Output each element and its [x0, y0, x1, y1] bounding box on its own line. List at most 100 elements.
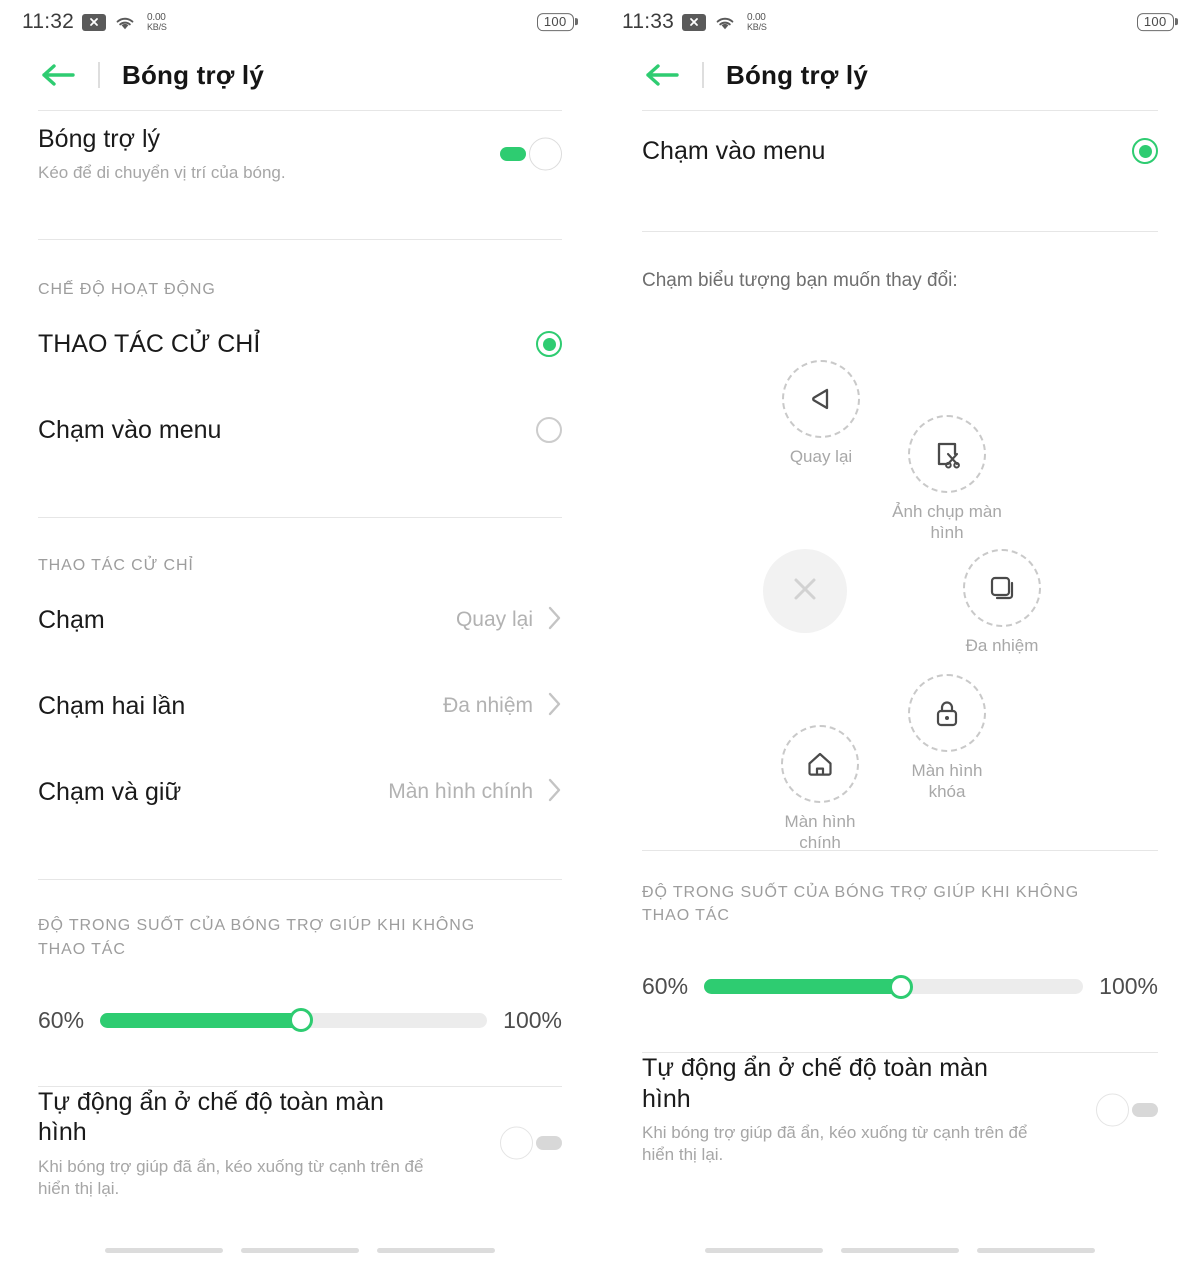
slider-max-label: 100% [1099, 973, 1158, 1000]
cluster-item-label: Đa nhiệm [965, 636, 1039, 655]
slider-max-label: 100% [503, 1006, 562, 1033]
nav-hint-home[interactable] [841, 1248, 959, 1253]
navigation-bar-hint [600, 1248, 1200, 1253]
header-divider [702, 62, 704, 88]
radio-gesture[interactable] [536, 331, 562, 358]
assistive-ball-toggle[interactable] [500, 137, 562, 171]
cluster-item-lock-screen[interactable]: Màn hình khóa [892, 674, 1002, 803]
status-bar-right: 100 [1136, 13, 1178, 31]
row-text: Tự động ẩn ở chế độ toàn màn hình Khi bó… [642, 1053, 1042, 1166]
back-triangle-icon[interactable] [782, 360, 860, 438]
opacity-slider-track[interactable] [704, 974, 1084, 999]
page-title: Bóng trợ lý [726, 59, 869, 90]
toggle-track [1132, 1102, 1158, 1117]
network-rate: 0.00 KB/S [747, 11, 767, 32]
mode-option-menu[interactable]: Chạm vào menu [600, 111, 1200, 191]
autohide-toggle-row[interactable]: Tự động ẩn ở chế độ toàn màn hình Khi bó… [600, 1053, 1200, 1166]
row-text: Bóng trợ lý Kéo để di chuyển vị trí của … [38, 124, 286, 185]
nav-hint-back[interactable] [705, 1248, 823, 1253]
toggle-track [536, 1136, 562, 1151]
slider-thumb[interactable] [889, 974, 914, 999]
battery-level: 100 [1136, 13, 1174, 31]
cluster-item-label: Màn hình chính [784, 812, 856, 853]
toggle-knob [529, 137, 562, 171]
multitask-squares-icon[interactable] [963, 549, 1041, 627]
divider [642, 850, 1158, 851]
opacity-slider-track[interactable] [100, 1008, 488, 1033]
network-rate-value: 0.00 [747, 11, 766, 23]
status-bar-left: 11:33 0.00 KB/S [622, 10, 767, 34]
back-arrow-icon[interactable] [40, 62, 76, 88]
cluster-item-label: Màn hình khóa [911, 761, 983, 802]
row-title: Tự động ẩn ở chế độ toàn màn hình [642, 1054, 988, 1113]
opacity-section-label: ĐỘ TRONG SUỐT CỦA BÓNG TRỢ GIÚP KHI KHÔN… [38, 917, 476, 958]
nav-hint-home[interactable] [241, 1248, 359, 1253]
gesture-row-double-tap[interactable]: Chạm hai lần Đa nhiệm [0, 663, 600, 749]
close-x-icon [784, 568, 826, 615]
gesture-row-long-press[interactable]: Chạm và giữ Màn hình chính [0, 749, 600, 835]
cluster-instruction: Chạm biểu tượng bạn muốn thay đổi: [642, 270, 958, 291]
gesture-value: Quay lại [455, 608, 533, 632]
divider [38, 517, 562, 519]
row-subtitle: Kéo để di chuyển vị trí của bóng. [38, 163, 286, 183]
nav-hint-recents[interactable] [977, 1248, 1095, 1253]
status-bar-right: 100 [536, 13, 578, 31]
cluster-item-multitask[interactable]: Đa nhiệm [947, 549, 1057, 656]
radio-menu[interactable] [1132, 138, 1158, 164]
row-right: Quay lại [456, 605, 562, 636]
toggle-knob [1096, 1093, 1129, 1127]
row-right: Màn hình chính [388, 777, 562, 808]
status-bar: 11:32 0.00 KB/S 100 [0, 0, 600, 44]
gesture-label: Chạm và giữ [38, 778, 182, 807]
slider-min-label: 60% [38, 1006, 85, 1033]
row-text: Tự động ẩn ở chế độ toàn màn hình Khi bó… [38, 1087, 438, 1200]
toggle-track [500, 147, 526, 161]
close-ball-button[interactable] [763, 549, 847, 633]
nav-hint-back[interactable] [105, 1248, 223, 1253]
battery-cap-icon [1175, 18, 1178, 26]
cluster-item-home[interactable]: Màn hình chính [765, 725, 875, 854]
slider-fill [704, 979, 902, 995]
dual-screenshot-container: 11:32 0.00 KB/S 100 Bóng trợ lý Bóng trợ… [0, 0, 1200, 1261]
slider-min-label: 60% [642, 973, 689, 1000]
header-divider [98, 62, 100, 88]
autohide-toggle-row[interactable]: Tự động ẩn ở chế độ toàn màn hình Khi bó… [0, 1087, 600, 1200]
autohide-toggle[interactable] [1096, 1093, 1158, 1127]
cluster-item-screenshot[interactable]: Ảnh chụp màn hình [892, 415, 1002, 544]
gesture-value: Đa nhiệm [443, 694, 533, 718]
mode-label: THAO TÁC CỬ CHỈ [38, 329, 261, 358]
assistive-ball-icon-cluster: Quay lại Ảnh chụp màn hình Đa nhiệm Màn … [600, 302, 1200, 852]
mode-label: Chạm vào menu [38, 415, 222, 444]
mode-option-menu[interactable]: Chạm vào menu [0, 387, 600, 473]
opacity-slider-row[interactable]: 60% 100% [0, 1007, 600, 1034]
divider [38, 239, 562, 240]
network-rate-value: 0.00 [147, 11, 166, 23]
screenshot-scissors-icon[interactable] [908, 415, 986, 493]
cluster-item-label: Quay lại [789, 447, 853, 466]
gesture-row-tap[interactable]: Chạm Quay lại [0, 577, 600, 663]
status-bar-left: 11:32 0.00 KB/S [22, 10, 167, 34]
app-header: Bóng trợ lý [600, 44, 1200, 106]
row-title: Tự động ẩn ở chế độ toàn màn hình [38, 1087, 384, 1147]
mode-label: Chạm vào menu [642, 136, 826, 165]
row-subtitle: Khi bóng trợ giúp đã ẩn, kéo xuống từ cạ… [642, 1123, 1028, 1165]
lock-screen-icon[interactable] [908, 674, 986, 752]
wifi-icon [714, 13, 738, 31]
network-rate-unit: KB/S [747, 21, 767, 32]
opacity-slider-row[interactable]: 60% 100% [600, 973, 1200, 1000]
home-icon[interactable] [781, 725, 859, 803]
cluster-item-back[interactable]: Quay lại [766, 360, 876, 467]
nav-hint-recents[interactable] [377, 1248, 495, 1253]
autohide-toggle[interactable] [500, 1126, 562, 1160]
assistive-ball-toggle-row[interactable]: Bóng trợ lý Kéo để di chuyển vị trí của … [0, 111, 600, 197]
radio-menu[interactable] [536, 417, 562, 444]
back-arrow-icon[interactable] [644, 62, 680, 88]
mode-option-gesture[interactable]: THAO TÁC CỬ CHỈ [0, 301, 600, 387]
mode-section-label: CHẾ ĐỘ HOẠT ĐỘNG [38, 281, 216, 298]
divider [642, 231, 1158, 232]
gesture-label: Chạm [38, 606, 105, 635]
status-bar: 11:33 0.00 KB/S 100 [600, 0, 1200, 44]
network-rate-unit: KB/S [147, 21, 167, 32]
chevron-right-icon [547, 777, 562, 808]
slider-thumb[interactable] [289, 1008, 314, 1033]
